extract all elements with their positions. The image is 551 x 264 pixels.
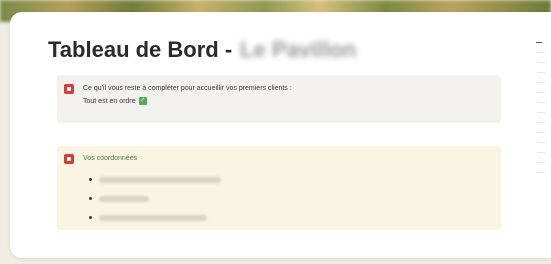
outline-tick xyxy=(537,172,545,173)
outline-marker xyxy=(536,42,542,43)
list-item xyxy=(89,170,221,189)
check-mark-icon: ✓ xyxy=(138,97,147,105)
outline-tick xyxy=(537,122,545,123)
red-square-icon xyxy=(64,154,74,164)
completion-alert: Ce qu'il vous reste à compléter pour acc… xyxy=(57,75,501,123)
outline-tick xyxy=(537,62,545,63)
page-outline-rail[interactable] xyxy=(531,42,551,182)
outline-tick xyxy=(537,72,545,73)
redacted-address xyxy=(99,176,221,183)
page-title: Tableau de Bord - Le Pavillon xyxy=(48,37,356,63)
coordinates-panel: Vos coordonnées xyxy=(57,146,501,230)
page-title-text: Tableau de Bord - xyxy=(48,37,233,62)
outline-tick xyxy=(537,102,545,103)
outline-tick xyxy=(537,132,545,133)
venue-name-redacted: Le Pavillon xyxy=(240,37,357,62)
list-item xyxy=(89,189,221,208)
outline-tick xyxy=(537,152,545,153)
redacted-phone xyxy=(99,195,149,202)
outline-tick xyxy=(537,82,545,83)
alert-status-text: Tout est en ordre xyxy=(83,97,136,105)
outline-tick xyxy=(537,142,545,143)
outline-tick xyxy=(537,112,545,113)
red-square-icon xyxy=(64,84,74,94)
alert-status: Tout est en ordre ✓ xyxy=(83,97,147,105)
list-item xyxy=(89,208,221,227)
redacted-email xyxy=(99,214,207,221)
outline-tick xyxy=(537,52,545,53)
coordinates-title: Vos coordonnées xyxy=(83,155,138,162)
outline-tick xyxy=(537,92,545,93)
alert-message: Ce qu'il vous reste à compléter pour acc… xyxy=(83,85,292,92)
outline-tick xyxy=(537,162,545,163)
coordinates-list xyxy=(89,170,221,227)
